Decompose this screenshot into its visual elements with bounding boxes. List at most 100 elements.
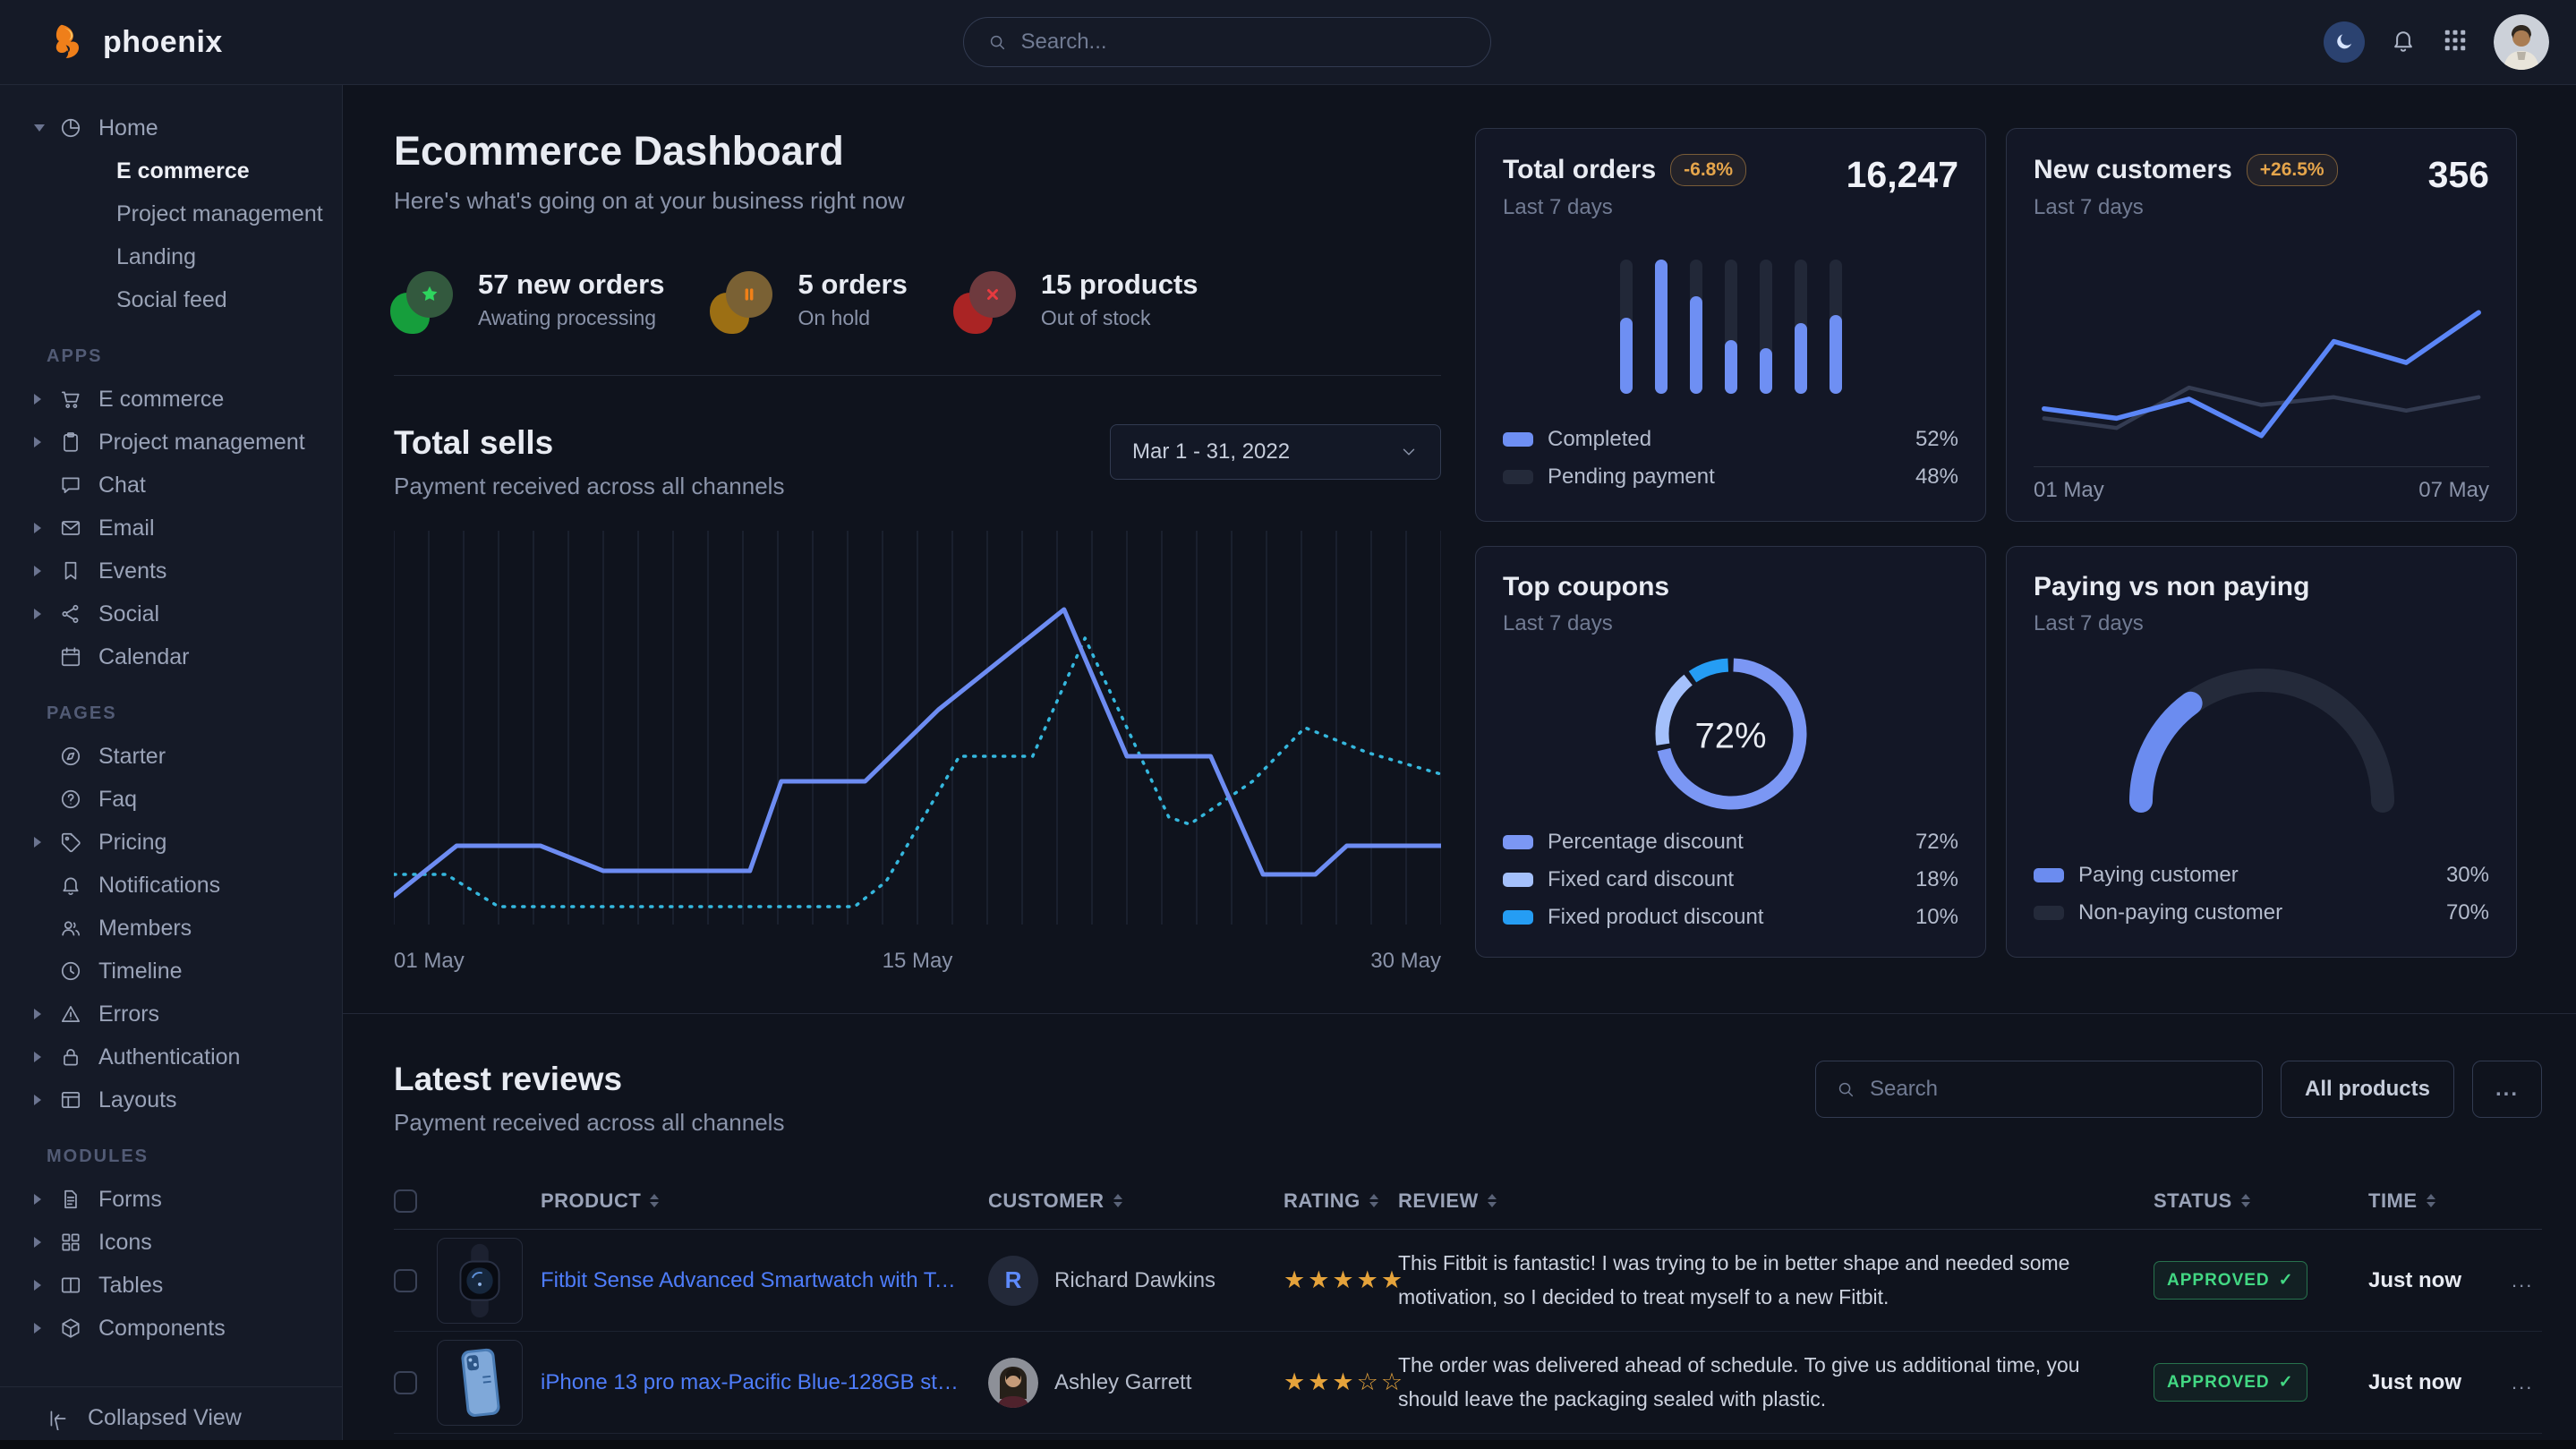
- column-header-review[interactable]: REVIEW: [1398, 1189, 2154, 1213]
- legend-label: Fixed card discount: [1548, 867, 1734, 892]
- date-range-select[interactable]: Mar 1 - 31, 2022: [1110, 424, 1441, 480]
- sidebar-item-authentication[interactable]: Authentication: [0, 1036, 342, 1078]
- sidebar-section-pages: PAGES: [47, 703, 342, 724]
- total-sells-svg: [394, 531, 1441, 933]
- legend-label: Paying customer: [2078, 863, 2239, 888]
- row-more-button[interactable]: ...: [2512, 1269, 2533, 1291]
- product-thumbnail[interactable]: [437, 1340, 523, 1426]
- sidebar-item-label: Notifications: [98, 873, 220, 899]
- column-header-customer[interactable]: CUSTOMER: [988, 1189, 1284, 1213]
- sidebar-item-e-commerce[interactable]: E commerce: [0, 378, 342, 421]
- caret-down-icon: [34, 124, 55, 132]
- pause-icon: [713, 271, 772, 328]
- global-search[interactable]: [963, 17, 1491, 67]
- sidebar-item-forms[interactable]: Forms: [0, 1178, 342, 1221]
- sidebar-item-label: E commerce: [98, 387, 224, 413]
- sidebar-subitem-e-commerce[interactable]: E commerce: [0, 149, 342, 192]
- order-bar: [1725, 260, 1737, 394]
- total-orders-card: Total orders -6.8% Last 7 days 16,247: [1475, 128, 1986, 522]
- column-header-product[interactable]: PRODUCT: [541, 1189, 988, 1213]
- theme-toggle-button[interactable]: [2324, 21, 2365, 63]
- global-search-input[interactable]: [1021, 30, 1467, 55]
- x-icon: [957, 271, 1016, 328]
- sidebar-item-label: Layouts: [98, 1087, 177, 1113]
- sidebar-item-faq[interactable]: Faq: [0, 778, 342, 821]
- legend-swatch: [1503, 432, 1533, 447]
- moon-icon: [2333, 30, 2356, 54]
- sidebar-item-label: Components: [98, 1316, 226, 1342]
- star-icon: [394, 271, 453, 328]
- sidebar-item-label: Forms: [98, 1187, 162, 1213]
- order-bar: [1690, 260, 1702, 394]
- table-row: iPhone 13 pro max-Pacific Blue-128GB sto…: [394, 1332, 2542, 1434]
- column-header-status[interactable]: STATUS: [2154, 1189, 2368, 1213]
- box-icon: [59, 1317, 82, 1340]
- sidebar-item-social[interactable]: Social: [0, 592, 342, 635]
- sidebar-item-email[interactable]: Email: [0, 507, 342, 550]
- legend-row-non-paying-customer: Non-paying customer 70%: [2034, 894, 2489, 932]
- reviews-table-body: Fitbit Sense Advanced Smartwatch with To…: [394, 1230, 2542, 1449]
- total-orders-value: 16,247: [1847, 154, 1958, 196]
- sidebar-item-home[interactable]: Home: [0, 107, 342, 149]
- sidebar-item-errors[interactable]: Errors: [0, 993, 342, 1036]
- reviews-search-input[interactable]: [1870, 1077, 2242, 1102]
- paying-card: Paying vs non paying Last 7 days Paying …: [2006, 546, 2517, 958]
- total-sells-x-axis: 01 May 15 May 30 May: [394, 949, 1441, 974]
- sidebar-item-tables[interactable]: Tables: [0, 1264, 342, 1307]
- legend-row-fixed-card-discount: Fixed card discount 18%: [1503, 861, 1958, 899]
- sidebar-item-project-management[interactable]: Project management: [0, 421, 342, 464]
- notifications-button[interactable]: [2390, 27, 2417, 58]
- sidebar-subitem-project-management[interactable]: Project management: [0, 192, 342, 235]
- paying-legend: Paying customer 30% Non-paying customer …: [2034, 857, 2489, 932]
- sidebar-subitem-social-feed[interactable]: Social feed: [0, 278, 342, 321]
- sidebar-subitem-landing[interactable]: Landing: [0, 235, 342, 278]
- user-avatar-photo: [2494, 14, 2549, 70]
- row-checkbox[interactable]: [394, 1269, 417, 1292]
- sidebar-item-members[interactable]: Members: [0, 907, 342, 950]
- sidebar-item-events[interactable]: Events: [0, 550, 342, 592]
- sidebar-item-chat[interactable]: Chat: [0, 464, 342, 507]
- customer-cell: RRichard Dawkins: [988, 1256, 1284, 1306]
- user-avatar[interactable]: [2494, 14, 2549, 70]
- new-customers-axis: [2034, 466, 2489, 467]
- select-all-checkbox[interactable]: [394, 1189, 417, 1213]
- total-orders-title: Total orders: [1503, 155, 1656, 185]
- sidebar-item-label: Authentication: [98, 1044, 240, 1070]
- sidebar-item-components[interactable]: Components: [0, 1307, 342, 1350]
- x-label-end: 07 May: [2418, 478, 2489, 503]
- sort-icon: [650, 1194, 659, 1207]
- product-thumbnail[interactable]: [437, 1238, 523, 1324]
- all-products-button[interactable]: All products: [2281, 1061, 2454, 1118]
- sidebar-item-label: Calendar: [98, 644, 189, 670]
- check-icon: ✓: [2279, 1270, 2294, 1291]
- phoenix-logo-icon: [49, 22, 89, 62]
- reviews-more-button[interactable]: ...: [2472, 1061, 2542, 1118]
- sidebar-item-notifications[interactable]: Notifications: [0, 864, 342, 907]
- latest-reviews-section: Latest reviews Payment received across a…: [343, 1014, 2576, 1449]
- sidebar-item-icons[interactable]: Icons: [0, 1221, 342, 1264]
- layout-icon: [59, 1088, 82, 1112]
- stat-label: Awating processing: [478, 306, 664, 330]
- stats-row: 57 new orders Awating processing 5 order…: [394, 268, 1441, 330]
- column-header-rating[interactable]: RATING: [1284, 1189, 1398, 1213]
- brand[interactable]: phoenix: [49, 22, 345, 62]
- product-link[interactable]: iPhone 13 pro max-Pacific Blue-128GB sto…: [541, 1370, 988, 1395]
- sidebar-item-starter[interactable]: Starter: [0, 735, 342, 778]
- legend-label: Non-paying customer: [2078, 900, 2282, 925]
- total-sells-title: Total sells: [394, 424, 784, 462]
- order-bar: [1620, 260, 1633, 394]
- sidebar-item-calendar[interactable]: Calendar: [0, 635, 342, 678]
- reviews-search[interactable]: [1815, 1061, 2263, 1118]
- row-more-button[interactable]: ...: [2512, 1371, 2533, 1394]
- product-link[interactable]: Fitbit Sense Advanced Smartwatch with To…: [541, 1268, 988, 1293]
- sidebar-item-layouts[interactable]: Layouts: [0, 1078, 342, 1121]
- envelope-icon: [59, 516, 82, 540]
- grid-dots-icon: [2442, 27, 2469, 54]
- column-header-time[interactable]: TIME: [2368, 1189, 2512, 1213]
- sidebar-item-label: Project management: [98, 430, 305, 456]
- sidebar-item-timeline[interactable]: Timeline: [0, 950, 342, 993]
- row-checkbox[interactable]: [394, 1371, 417, 1394]
- sidebar-item-pricing[interactable]: Pricing: [0, 821, 342, 864]
- apps-grid-button[interactable]: [2442, 27, 2469, 58]
- rating-stars: ★★★☆☆: [1284, 1368, 1398, 1396]
